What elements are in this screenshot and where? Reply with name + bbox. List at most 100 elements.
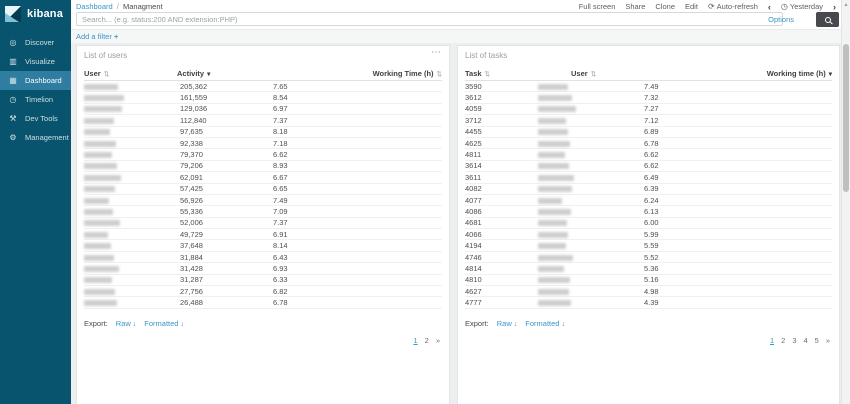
- sidebar-item[interactable]: ◷ Timelion: [0, 90, 71, 109]
- redacted-user-name: [84, 243, 111, 249]
- sidebar-item[interactable]: ▦ Dashboard: [0, 71, 71, 90]
- working-time-cell: 4.39: [644, 298, 832, 307]
- panel-menu-icon[interactable]: ⋯: [431, 47, 442, 58]
- table-row: 4059 7.27: [465, 104, 832, 115]
- redacted-user-name: [84, 163, 117, 169]
- redacted-user-name: [84, 255, 114, 261]
- wrench-icon: ⚒: [8, 114, 18, 123]
- user-cell: [84, 184, 180, 193]
- scrollbar-up-arrow[interactable]: ▴: [842, 1, 850, 8]
- redacted-user-name: [538, 300, 571, 306]
- page-item[interactable]: 4: [803, 336, 807, 345]
- export-link[interactable]: Raw↓: [116, 319, 137, 328]
- user-cell: [84, 173, 180, 182]
- auto-refresh-button[interactable]: ⟳Auto-refresh: [708, 2, 758, 11]
- redacted-user-name: [538, 129, 568, 135]
- search-button[interactable]: [816, 12, 839, 27]
- panel-head: List of users ⋯: [77, 46, 449, 60]
- auto-refresh-label: Auto-refresh: [717, 2, 758, 11]
- sidebar-item[interactable]: ◎ Discover: [0, 33, 71, 52]
- task-cell: 4810: [465, 275, 538, 284]
- task-cell: 4077: [465, 196, 538, 205]
- top-nav-link[interactable]: Full screen: [579, 2, 616, 11]
- top-header-row: Dashboard / Managment Full screen Share …: [71, 0, 850, 11]
- table-row: 4066 5.99: [465, 229, 832, 240]
- column-header[interactable]: Activity▾: [177, 69, 373, 78]
- working-time-cell: 6.91: [273, 230, 442, 239]
- redacted-user-name: [84, 106, 122, 112]
- sidebar-item[interactable]: ⚙ Management: [0, 128, 71, 147]
- column-header[interactable]: Working time (h)▾: [767, 69, 832, 78]
- redacted-user-name: [538, 186, 572, 192]
- add-filter-button[interactable]: Add a filter +: [76, 32, 118, 41]
- redacted-user-name: [84, 84, 118, 90]
- task-cell: 3590: [465, 82, 538, 91]
- time-next-button[interactable]: ›: [833, 3, 836, 11]
- user-cell: [538, 207, 644, 216]
- list-of-users-panel: List of users ⋯ User⇅ Activity▾ Working …: [76, 45, 450, 404]
- export-link[interactable]: Formatted↓: [144, 319, 184, 328]
- redacted-user-name: [538, 118, 566, 124]
- page-item[interactable]: 2: [425, 336, 429, 345]
- time-prev-button[interactable]: ‹: [768, 3, 771, 11]
- working-time-cell: 7.09: [273, 207, 442, 216]
- column-header[interactable]: Task⇅: [465, 69, 571, 78]
- page-item[interactable]: 5: [815, 336, 819, 345]
- activity-cell: 112,840: [180, 116, 273, 125]
- redacted-user-name: [84, 129, 110, 135]
- working-time-cell: 6.62: [273, 150, 442, 159]
- user-cell: [538, 264, 644, 273]
- top-nav-link[interactable]: Clone: [655, 2, 675, 11]
- user-cell: [84, 241, 180, 250]
- redacted-user-name: [84, 141, 116, 147]
- users-pagination: 1 2 »: [77, 336, 440, 345]
- breadcrumb-dashboard-link[interactable]: Dashboard: [76, 2, 113, 11]
- redacted-user-name: [538, 289, 569, 295]
- search-icon: [825, 17, 831, 23]
- table-row: 57,425 6.65: [84, 184, 442, 195]
- top-nav-link[interactable]: Edit: [685, 2, 698, 11]
- table-row: 4681 6.00: [465, 218, 832, 229]
- user-cell: [84, 104, 180, 113]
- sidebar-item[interactable]: ▥ Visualize: [0, 52, 71, 71]
- top-nav-link[interactable]: Share: [625, 2, 645, 11]
- working-time-cell: 5.99: [644, 230, 832, 239]
- sidebar-item[interactable]: ⚒ Dev Tools: [0, 109, 71, 128]
- page-item[interactable]: »: [436, 336, 440, 345]
- table-row: 3611 6.49: [465, 172, 832, 183]
- refresh-icon: ⟳: [708, 2, 715, 11]
- page-item[interactable]: »: [826, 336, 830, 345]
- working-time-cell: 5.59: [644, 241, 832, 250]
- scrollbar-track[interactable]: ▴: [841, 0, 850, 404]
- export-link-label: Raw: [497, 319, 512, 328]
- table-row: 3590 7.49: [465, 81, 832, 92]
- table-row: 4814 5.36: [465, 263, 832, 274]
- user-cell: [84, 275, 180, 284]
- page-item[interactable]: 2: [781, 336, 785, 345]
- search-input[interactable]: [76, 12, 783, 26]
- working-time-cell: 6.33: [273, 275, 442, 284]
- table-row: 4810 5.16: [465, 275, 832, 286]
- redacted-user-name: [538, 95, 572, 101]
- column-header[interactable]: User⇅: [84, 69, 177, 78]
- page-item[interactable]: 1: [413, 336, 417, 345]
- kibana-logo-icon: [5, 6, 21, 22]
- activity-cell: 79,206: [180, 161, 273, 170]
- activity-cell: 31,287: [180, 275, 273, 284]
- export-link-label: Raw: [116, 319, 131, 328]
- options-link[interactable]: Options: [768, 15, 794, 24]
- time-picker-button[interactable]: ◷Yesterday: [781, 2, 823, 11]
- kibana-logo[interactable]: kibana: [0, 0, 71, 27]
- export-link[interactable]: Formatted↓: [525, 319, 565, 328]
- column-header-label: Working time (h): [767, 69, 826, 78]
- activity-cell: 79,370: [180, 150, 273, 159]
- task-cell: 4455: [465, 127, 538, 136]
- page-item[interactable]: 3: [792, 336, 796, 345]
- export-link[interactable]: Raw↓: [497, 319, 518, 328]
- column-header[interactable]: Working Time (h)⇅: [373, 69, 442, 78]
- table-row: 27,756 6.82: [84, 286, 442, 297]
- page-item[interactable]: 1: [770, 336, 774, 345]
- redacted-user-name: [538, 106, 576, 112]
- scrollbar-thumb[interactable]: [843, 44, 849, 192]
- column-header[interactable]: User⇅: [571, 69, 767, 78]
